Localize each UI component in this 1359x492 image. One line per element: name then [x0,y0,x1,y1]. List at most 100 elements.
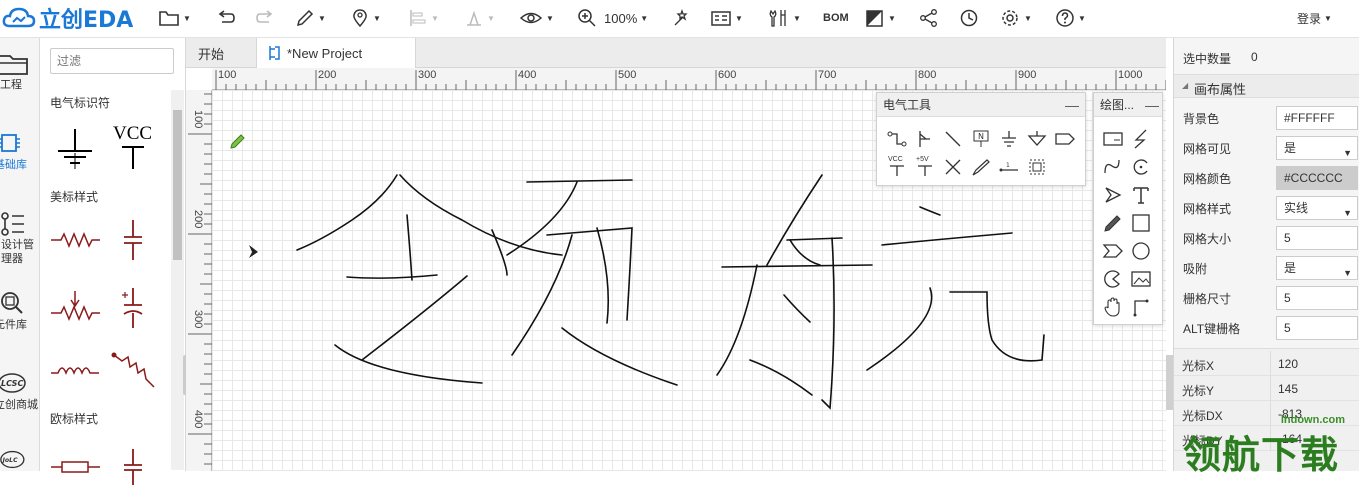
circle-tool[interactable] [1129,239,1153,263]
chevron-down-icon: ▼ [183,13,191,23]
arrow-tool[interactable] [1101,183,1125,207]
file-menu-button[interactable]: ▼ [158,2,191,34]
plus5v-tool[interactable]: +5V [913,155,937,179]
no-connect-tool[interactable] [941,155,965,179]
logo-text: 立创EDA [39,8,134,33]
help-menu-button[interactable]: ▼ [1055,2,1086,34]
tab-new-project[interactable]: *New Project [256,38,416,68]
section-electrical-symbols[interactable]: 电气标识符 [40,90,170,116]
grid-style-select[interactable]: 实线 ▼ [1276,196,1358,220]
tools-menu-button[interactable]: ▼ [768,2,801,34]
snap-select[interactable]: 是 ▼ [1276,256,1358,280]
history-button[interactable] [959,2,979,34]
arc-tool[interactable] [1129,155,1153,179]
rectangle-note-icon [1103,132,1123,146]
distribute-menu-button[interactable]: ▼ [464,2,495,34]
power-tool[interactable] [1025,127,1049,151]
capacitor-us-symbol[interactable] [103,210,163,270]
stroke [334,344,483,384]
section-eu-style[interactable]: 欧标样式 [40,406,170,432]
app-logo[interactable]: 立创EDA [2,3,133,33]
zoom-menu-button[interactable]: 100% ▼ [577,2,648,34]
bus-entry-tool[interactable] [913,127,937,151]
freehand-tool[interactable] [1101,211,1125,235]
locate-menu-button[interactable]: ▼ [350,2,381,34]
layout-menu-button[interactable]: ▼ [710,2,743,34]
view-menu-button[interactable]: ▼ [519,2,554,34]
magic-tool-button[interactable] [672,2,692,34]
potentiometer-us-symbol[interactable] [45,278,105,338]
grid-color-input[interactable]: #CCCCCC [1276,166,1358,190]
canvas-props-header[interactable]: ◢ 画布属性 [1174,74,1359,98]
image-tool[interactable] [1129,267,1153,291]
snap-size-input[interactable]: 5 [1276,286,1358,310]
cursor-dy-row: 光标DY -164 [1174,426,1359,451]
login-button[interactable]: 登录 ▼ [1297,5,1332,31]
bom-button[interactable]: BOM [823,2,849,34]
polygon-tool[interactable] [1101,239,1125,263]
pencil-menu-button[interactable]: ▼ [295,2,326,34]
stroke [949,291,1045,362]
redo-button[interactable] [255,2,275,34]
stroke [346,274,438,279]
minimize-icon[interactable]: — [1065,93,1079,117]
prop-row-grid-visible: 网格可见 是 ▼ [1174,132,1359,162]
pan-tool[interactable] [1101,295,1125,319]
ground-symbol[interactable] [45,116,105,176]
vcc-symbol[interactable]: VCC [103,116,163,176]
pin-tool[interactable]: 1 [997,155,1021,179]
panel-header[interactable]: 电气工具 — [877,93,1085,117]
polyline-tool[interactable] [1129,127,1153,151]
cursor-label: 光标DY [1182,434,1223,448]
ground-tool[interactable] [997,127,1021,151]
scrollbar-thumb[interactable] [173,110,182,260]
grid-size-input[interactable]: 5 [1276,226,1358,250]
rectangle-tool[interactable] [1129,211,1153,235]
panel-header[interactable]: 绘图... — [1094,93,1162,117]
vcc-tool[interactable]: VCC [885,155,909,179]
resistor-us-symbol[interactable] [45,210,105,270]
nav-project[interactable]: 工程 [0,50,40,106]
resistor-eu-icon [51,461,100,473]
dimension-tool[interactable] [1129,295,1153,319]
cursor-value: -164 [1278,432,1303,446]
bezier-tool[interactable] [1101,155,1125,179]
library-scrollbar[interactable] [171,90,184,470]
tab-start[interactable]: 开始 [186,38,256,68]
nav-design-manager[interactable]: 设计管理器 [0,210,40,272]
grid-visible-select[interactable]: 是 ▼ [1276,136,1358,160]
polarized-capacitor-us-symbol[interactable] [103,278,163,338]
filter-input[interactable] [50,48,174,74]
undo-button[interactable] [216,2,236,34]
nav-basic-library[interactable]: 基础库 [0,130,40,180]
ruler-label: 1000 [1118,69,1143,81]
net-label-tool[interactable]: N [969,127,993,151]
net-port-tool[interactable] [1053,127,1077,151]
right-panel-collapse-handle[interactable] [1166,355,1173,410]
polarized-capacitor-icon [122,288,143,328]
probe-tool[interactable] [969,155,993,179]
inductor-us-symbol[interactable] [45,340,105,400]
group-tool[interactable] [1025,155,1049,179]
minimize-icon[interactable]: — [1145,93,1159,117]
text-tool[interactable] [1129,183,1153,207]
theme-menu-button[interactable]: ▼ [865,2,896,34]
bus-tool[interactable] [941,127,965,151]
ruler-label: 100 [218,69,237,81]
nav-jlc[interactable]: JoLC [0,448,40,471]
rect-label-tool[interactable] [1101,127,1125,151]
varistor-us-symbol[interactable] [103,340,163,400]
nav-component-library[interactable]: 元件库 [0,290,40,340]
settings-menu-button[interactable]: ▼ [999,2,1032,34]
share-button[interactable] [919,2,939,34]
wire-tool[interactable] [885,127,909,151]
diagonal-line-icon [945,131,961,147]
align-menu-button[interactable]: ▼ [408,2,439,34]
section-us-style[interactable]: 美标样式 [40,184,170,210]
pie-tool[interactable] [1101,267,1125,291]
resistor-eu-symbol[interactable] [45,432,105,492]
bg-color-input[interactable]: #FFFFFF [1276,106,1358,130]
nav-lcsc-mall[interactable]: LCSC 立创商城 [0,370,40,420]
alt-snap-input[interactable]: 5 [1276,316,1358,340]
capacitor-eu-symbol[interactable] [103,432,163,492]
